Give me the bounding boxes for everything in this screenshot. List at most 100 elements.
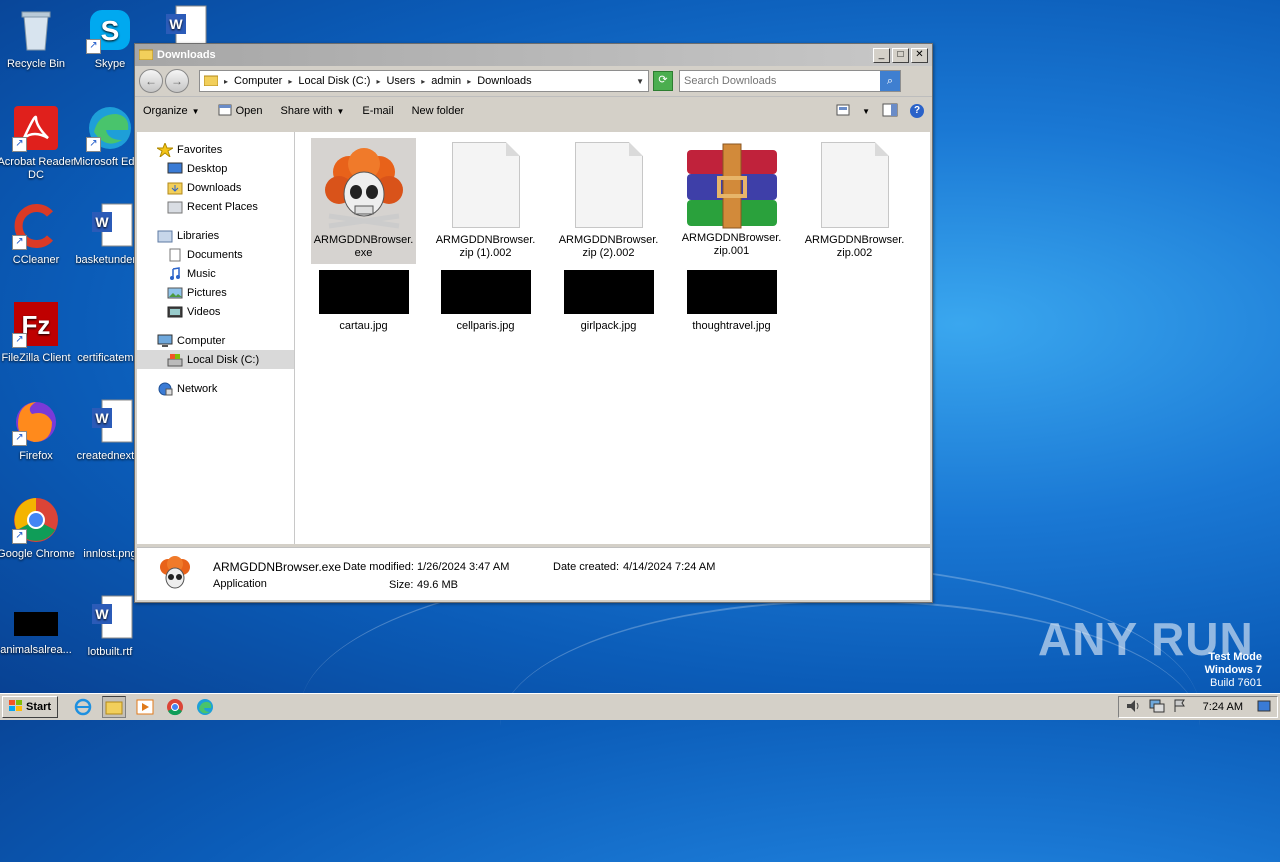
star-icon — [155, 141, 175, 158]
file-item-zip-002[interactable]: ARMGDDNBrowser. zip.002 — [802, 138, 907, 260]
start-button[interactable]: Start — [2, 696, 59, 718]
firefox-icon: ↗ — [12, 398, 60, 446]
taskbar-media-player-icon[interactable] — [134, 697, 156, 717]
maximize-button[interactable]: □ — [892, 47, 909, 63]
clock[interactable]: 7:24 AM — [1203, 701, 1243, 713]
file-item-exe[interactable]: ARMGDDNBrowser. exe — [311, 138, 416, 264]
file-item-girlpack-jpg[interactable]: girlpack.jpg — [556, 266, 661, 333]
file-item-thoughtravel-jpg[interactable]: thoughtravel.jpg — [679, 266, 784, 333]
help-icon[interactable]: ? — [910, 104, 924, 118]
shortcut-arrow-icon: ↗ — [12, 137, 27, 152]
file-item-cellparis-jpg[interactable]: cellparis.jpg — [433, 266, 538, 333]
preview-pane-icon[interactable] — [882, 103, 898, 120]
navigation-pane: Favorites Desktop Downloads Recent Place… — [137, 132, 295, 544]
nav-recent-places[interactable]: Recent Places — [137, 197, 294, 216]
skype-icon: S ↗ — [86, 6, 134, 54]
organize-button[interactable]: Organize ▼ — [143, 105, 200, 117]
close-button[interactable]: ✕ — [911, 47, 928, 63]
image-thumbnail-icon — [563, 270, 654, 314]
email-button[interactable]: E-mail — [362, 105, 393, 117]
libraries-icon — [157, 229, 173, 243]
taskbar-chrome-icon[interactable] — [164, 697, 186, 717]
nav-local-disk[interactable]: Local Disk (C:) — [137, 350, 294, 369]
breadcrumb-users[interactable]: Users — [386, 75, 415, 87]
view-options-icon[interactable] — [836, 104, 850, 119]
share-with-button[interactable]: Share with ▼ — [280, 105, 344, 117]
details-date-modified: 1/26/2024 3:47 AM — [417, 561, 510, 573]
file-list: ARMGDDNBrowser. exe ARMGDDNBrowser. zip … — [295, 132, 930, 544]
blank-file-icon — [86, 300, 134, 348]
nav-network[interactable]: Network — [137, 379, 294, 398]
local-disk-icon — [167, 353, 183, 367]
svg-text:W: W — [95, 606, 109, 622]
file-item-zip2-002[interactable]: ARMGDDNBrowser. zip (2).002 — [556, 138, 661, 260]
computer-icon — [157, 334, 173, 348]
file-item-cartau-jpg[interactable]: cartau.jpg — [311, 266, 416, 333]
network-tray-icon[interactable] — [1149, 699, 1165, 716]
address-bar[interactable]: ▸ Computer ▸ Local Disk (C:) ▸ Users ▸ a… — [199, 70, 649, 92]
breadcrumb-computer[interactable]: Computer — [234, 75, 282, 87]
chevron-right-icon: ▸ — [376, 76, 381, 86]
desktop-icon — [167, 162, 183, 176]
breadcrumb-local-disk[interactable]: Local Disk (C:) — [298, 75, 370, 87]
nav-pictures[interactable]: Pictures — [137, 283, 294, 302]
blank-file-icon — [574, 142, 643, 228]
nav-downloads[interactable]: Downloads — [137, 178, 294, 197]
system-tray: 7:24 AM — [1117, 696, 1278, 718]
back-button[interactable]: ← — [139, 69, 163, 93]
documents-icon — [167, 248, 183, 262]
desktop-icon-lotbuilt[interactable]: W lotbuilt.rtf — [70, 594, 150, 659]
desktop-icon-animalsalrea[interactable]: animalsalrea... — [0, 604, 76, 657]
svg-text:W: W — [169, 16, 183, 32]
breadcrumb-admin[interactable]: admin — [431, 75, 461, 87]
network-icon — [157, 382, 173, 396]
forward-button[interactable]: → — [165, 69, 189, 93]
winrar-archive-icon — [685, 142, 779, 230]
desktop-icon-chrome[interactable]: ↗ Google Chrome — [0, 496, 76, 561]
taskbar: Start 7:24 AM — [0, 693, 1280, 720]
refresh-button[interactable]: ⟳ — [653, 71, 673, 91]
nav-desktop[interactable]: Desktop — [137, 159, 294, 178]
taskbar-edge-icon[interactable] — [194, 697, 216, 717]
nav-computer[interactable]: Computer — [137, 331, 294, 350]
chevron-right-icon: ▸ — [421, 76, 426, 86]
nav-libraries[interactable]: Libraries — [137, 226, 294, 245]
new-folder-button[interactable]: New folder — [412, 105, 465, 117]
file-item-zip1-002[interactable]: ARMGDDNBrowser. zip (1).002 — [433, 138, 538, 260]
details-size-label: Size: — [389, 579, 414, 591]
minimize-button[interactable]: _ — [873, 47, 890, 63]
action-center-flag-icon[interactable] — [1173, 699, 1187, 716]
image-thumbnail-icon — [12, 604, 60, 640]
show-desktop-icon[interactable] — [1257, 700, 1271, 715]
desktop-icon-recycle-bin[interactable]: Recycle Bin — [0, 6, 76, 71]
downloads-folder-icon — [167, 181, 183, 195]
chevron-down-icon[interactable]: ▼ — [636, 77, 644, 86]
taskbar-ie-icon[interactable] — [72, 697, 94, 717]
file-item-zip-001[interactable]: ARMGDDNBrowser. zip.001 — [679, 138, 784, 258]
chrome-icon: ↗ — [12, 496, 60, 544]
desktop-icon-firefox[interactable]: ↗ Firefox — [0, 398, 76, 463]
open-button[interactable]: Open — [218, 104, 262, 119]
search-input[interactable] — [680, 74, 880, 88]
search-icon[interactable]: ⌕ — [880, 71, 900, 91]
shortcut-arrow-icon: ↗ — [12, 431, 27, 446]
nav-favorites[interactable]: Favorites — [137, 140, 294, 159]
nav-music[interactable]: Music — [137, 264, 294, 283]
address-row: ← → ▸ Computer ▸ Local Disk (C:) ▸ Users… — [135, 66, 932, 96]
title-bar[interactable]: Downloads _ □ ✕ — [135, 44, 932, 66]
desktop-icon-acrobat[interactable]: ↗ Acrobat Reader DC — [0, 104, 76, 182]
blank-file-icon — [86, 496, 134, 544]
edge-icon: ↗ — [86, 104, 134, 152]
speaker-icon[interactable] — [1125, 699, 1141, 716]
nav-videos[interactable]: Videos — [137, 302, 294, 321]
details-date-created: 4/14/2024 7:24 AM — [623, 561, 716, 573]
chevron-down-icon[interactable]: ▼ — [862, 107, 870, 116]
blank-file-icon — [820, 142, 889, 228]
nav-documents[interactable]: Documents — [137, 245, 294, 264]
shortcut-arrow-icon: ↗ — [12, 333, 27, 348]
open-icon — [218, 104, 232, 119]
desktop-icon-filezilla[interactable]: Fz ↗ FileZilla Client — [0, 300, 76, 365]
desktop-icon-ccleaner[interactable]: ↗ CCleaner — [0, 202, 76, 267]
taskbar-explorer-icon[interactable] — [102, 696, 127, 718]
breadcrumb-downloads[interactable]: Downloads — [477, 75, 531, 87]
